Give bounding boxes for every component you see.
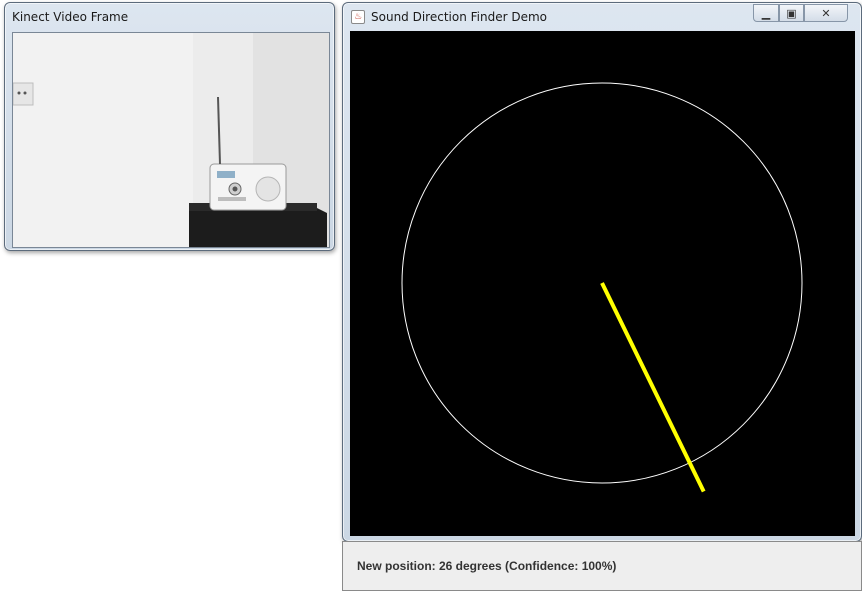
kinect-video-frame [12, 32, 330, 248]
sound-direction-finder-window[interactable]: ♨ Sound Direction Finder Demo ▁ ▣ ✕ [342, 2, 862, 542]
direction-display-canvas [350, 31, 855, 536]
java-app-icon: ♨ [351, 10, 365, 24]
kinect-video-window[interactable]: Kinect Video Frame [4, 2, 335, 251]
maximize-button[interactable]: ▣ [779, 4, 804, 22]
close-button[interactable]: ✕ [804, 4, 848, 22]
minimize-button[interactable]: ▁ [753, 4, 779, 22]
kinect-window-titlebar[interactable]: Kinect Video Frame [5, 3, 334, 31]
direction-dial [350, 31, 855, 536]
video-frame-image [13, 33, 329, 247]
close-icon: ✕ [821, 6, 831, 20]
direction-pointer [600, 282, 706, 493]
status-bar: New position: 26 degrees (Confidence: 10… [342, 541, 862, 591]
minimize-icon: ▁ [761, 6, 771, 20]
maximize-icon: ▣ [786, 6, 797, 20]
finder-window-title: Sound Direction Finder Demo [371, 10, 547, 24]
status-message: New position: 26 degrees (Confidence: 10… [357, 559, 617, 573]
kinect-window-title: Kinect Video Frame [12, 10, 129, 24]
